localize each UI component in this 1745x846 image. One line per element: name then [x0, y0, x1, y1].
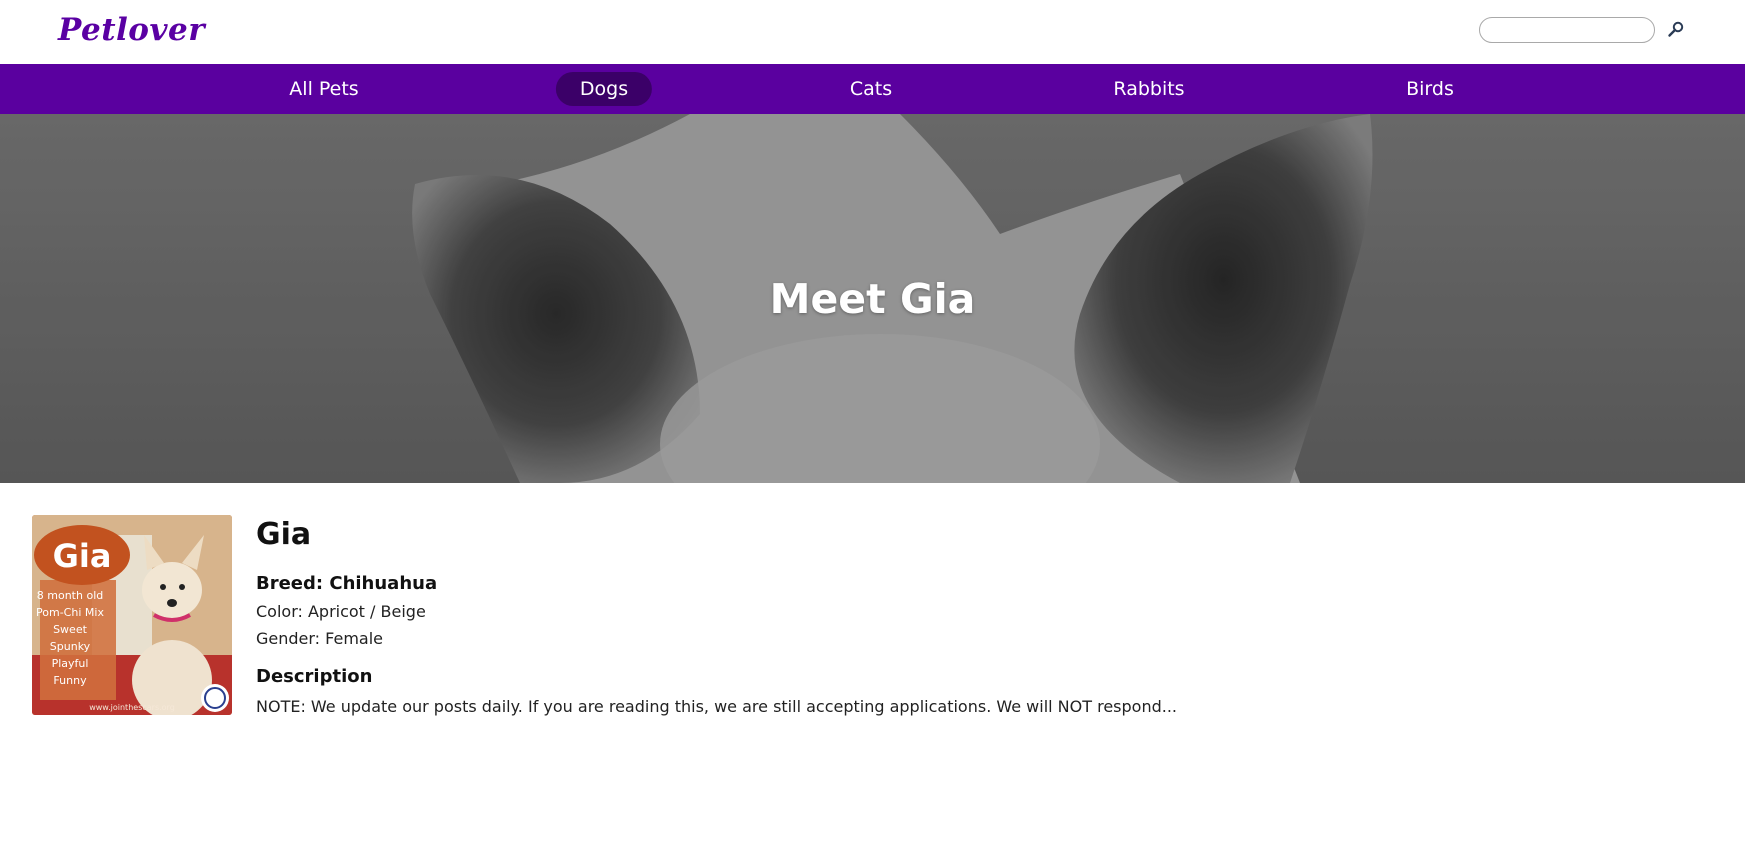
photo-caption-line: Playful: [52, 657, 89, 670]
photo-caption-line: Pom-Chi Mix: [36, 606, 104, 619]
nav-item-all-pets[interactable]: All Pets: [265, 72, 382, 106]
category-nav: All Pets Dogs Cats Rabbits Birds: [0, 64, 1745, 114]
photo-caption-line: Sweet: [53, 623, 88, 636]
pet-name: Gia: [256, 517, 312, 552]
search-input[interactable]: [1479, 17, 1655, 43]
pet-breed: Breed: Chihuahua: [256, 573, 438, 594]
photo-caption-site: www.jointhescars.org: [89, 703, 175, 712]
site-logo[interactable]: Petlover: [58, 12, 205, 48]
pet-color: Color: Apricot / Beige: [256, 602, 426, 621]
nav-item-cats[interactable]: Cats: [826, 72, 916, 106]
nav-item-rabbits[interactable]: Rabbits: [1089, 72, 1208, 106]
hero-banner: Meet Gia: [0, 114, 1745, 483]
description-heading: Description: [256, 666, 373, 687]
photo-caption-name: Gia: [53, 537, 112, 575]
nav-item-birds[interactable]: Birds: [1382, 72, 1478, 106]
description-text: NOTE: We update our posts daily. If you …: [256, 697, 1178, 716]
nav-item-dogs[interactable]: Dogs: [555, 72, 653, 106]
pet-details: Gia Breed: Chihuahua Color: Apricot / Be…: [256, 515, 1656, 716]
search-icon[interactable]: [1665, 19, 1687, 41]
pet-gender: Gender: Female: [256, 629, 384, 648]
photo-caption-line: Spunky: [50, 640, 91, 653]
pet-photo[interactable]: Gia 8 month old Pom-Chi Mix Sweet Spunky…: [32, 515, 232, 715]
search-bar: [1479, 17, 1687, 43]
photo-caption-line: 8 month old: [37, 589, 103, 602]
photo-caption-line: Funny: [53, 674, 87, 687]
site-header: Petlover: [0, 0, 1745, 64]
hero-title: Meet Gia: [769, 274, 976, 323]
